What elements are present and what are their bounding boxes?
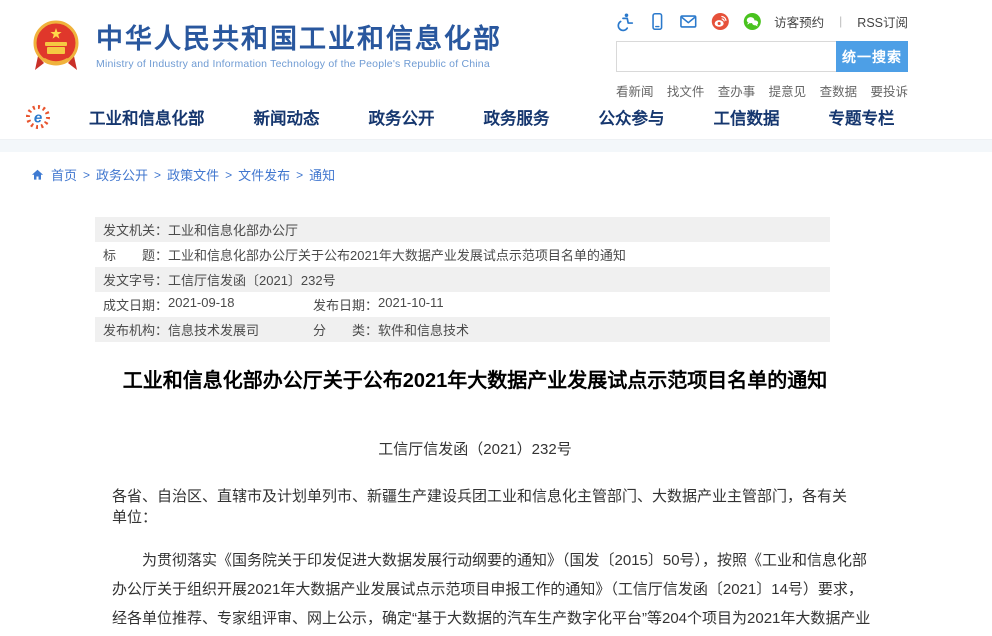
meta-label: 发布日期：	[313, 295, 378, 314]
site-subtitle: Ministry of Industry and Information Tec…	[96, 58, 502, 70]
gov-site-logo-icon: e	[25, 104, 51, 130]
nav-item-gov-affairs[interactable]: 政务公开	[369, 105, 435, 129]
header-right: 访客预约 | RSS订阅 统一搜索 看新闻 找文件 查办事 提意见 查数据 要投…	[616, 10, 908, 100]
meta-value: 信息技术发展司	[168, 320, 259, 339]
meta-label: 发布机构：	[103, 320, 168, 339]
meta-label: 发文字号：	[103, 270, 168, 289]
meta-label: 发文机关：	[103, 220, 168, 239]
site-title[interactable]: 中华人民共和国工业和信息化部	[96, 23, 502, 55]
meta-row-issuing-agency: 发文机关： 工业和信息化部办公厅	[95, 217, 830, 242]
nav-item-miit-data[interactable]: 工信数据	[714, 105, 780, 129]
meta-row-title: 标 题： 工业和信息化部办公厅关于公布2021年大数据产业发展试点示范项目名单的…	[95, 242, 830, 267]
meta-value: 工业和信息化部办公厅关于公布2021年大数据产业发展试点示范项目名单的通知	[168, 245, 626, 264]
quick-link-files[interactable]: 找文件	[667, 81, 705, 100]
meta-value: 工业和信息化部办公厅	[168, 220, 298, 239]
header-icons-row: 访客预约 | RSS订阅	[616, 10, 908, 32]
quick-link-news[interactable]: 看新闻	[616, 81, 654, 100]
document-body-paragraph: 为贯彻落实《国务院关于印发促进大数据发展行动纲要的通知》（国发〔2015〕50号…	[95, 546, 875, 636]
nav-item-gov-services[interactable]: 政务服务	[484, 105, 550, 129]
meta-label: 成文日期：	[103, 295, 168, 314]
breadcrumb-policy-files[interactable]: 政策文件	[167, 165, 219, 184]
nav-divider-band	[0, 139, 992, 152]
visitor-appointment-link[interactable]: 访客预约	[774, 12, 824, 31]
main-nav: e 工业和信息化部 新闻动态 政务公开 政务服务 公众参与 工信数据 专题专栏	[0, 95, 992, 139]
mobile-icon[interactable]	[648, 11, 667, 32]
search-bar: 统一搜索	[616, 41, 908, 72]
national-emblem-icon	[30, 18, 82, 74]
unified-search-button[interactable]: 统一搜索	[836, 41, 908, 72]
site-title-block: 中华人民共和国工业和信息化部 Ministry of Industry and …	[96, 23, 502, 70]
breadcrumb-notice[interactable]: 通知	[309, 165, 335, 184]
document-title: 工业和信息化部办公厅关于公布2021年大数据产业发展试点示范项目名单的通知	[95, 368, 855, 394]
meta-row-publisher-category: 发布机构： 信息技术发展司 分 类： 软件和信息技术	[95, 317, 830, 342]
quick-link-services[interactable]: 查办事	[718, 81, 756, 100]
meta-row-doc-number: 发文字号： 工信厅信发函〔2021〕232号	[95, 267, 830, 292]
svg-text:e: e	[34, 110, 42, 127]
meta-value: 2021-10-11	[378, 295, 444, 314]
home-icon[interactable]	[30, 168, 45, 182]
wechat-icon[interactable]	[743, 11, 762, 32]
meta-row-dates: 成文日期： 2021-09-18 发布日期： 2021-10-11	[95, 292, 830, 317]
doc-meta-table: 发文机关： 工业和信息化部办公厅 标 题： 工业和信息化部办公厅关于公布2021…	[95, 217, 830, 342]
nav-item-special-topics[interactable]: 专题专栏	[829, 105, 895, 129]
quick-link-complaint[interactable]: 要投诉	[870, 81, 908, 100]
quick-link-data[interactable]: 查数据	[820, 81, 858, 100]
nav-item-ministry[interactable]: 工业和信息化部	[89, 105, 205, 129]
breadcrumb-separator: >	[296, 168, 303, 182]
document-area: 发文机关： 工业和信息化部办公厅 标 题： 工业和信息化部办公厅关于公布2021…	[95, 217, 895, 636]
accessibility-icon[interactable]	[616, 11, 635, 32]
breadcrumb: 首页 > 政务公开 > 政策文件 > 文件发布 > 通知	[30, 165, 992, 184]
breadcrumb-home[interactable]: 首页	[51, 165, 77, 184]
document-salutation: 各省、自治区、直辖市及计划单列市、新疆生产建设兵团工业和信息化主管部门、大数据产…	[95, 485, 858, 527]
meta-value: 2021-09-18	[168, 295, 235, 314]
breadcrumb-separator: >	[225, 168, 232, 182]
meta-value: 软件和信息技术	[378, 320, 469, 339]
quick-links-row: 看新闻 找文件 查办事 提意见 查数据 要投诉	[616, 81, 908, 100]
meta-label: 分 类：	[313, 320, 378, 339]
site-logo[interactable]: 中华人民共和国工业和信息化部 Ministry of Industry and …	[30, 18, 502, 74]
top-links-divider: |	[839, 14, 842, 28]
breadcrumb-separator: >	[154, 168, 161, 182]
mail-icon[interactable]	[679, 11, 698, 32]
breadcrumb-file-release[interactable]: 文件发布	[238, 165, 290, 184]
site-header: 中华人民共和国工业和信息化部 Ministry of Industry and …	[0, 0, 992, 95]
breadcrumb-separator: >	[83, 168, 90, 182]
quick-link-suggest[interactable]: 提意见	[769, 81, 807, 100]
breadcrumb-gov-affairs[interactable]: 政务公开	[96, 165, 148, 184]
meta-value: 工信厅信发函〔2021〕232号	[168, 270, 336, 289]
rss-subscribe-link[interactable]: RSS订阅	[857, 12, 908, 31]
document-number: 工信厅信发函（2021）232号	[95, 438, 855, 459]
weibo-icon[interactable]	[711, 11, 730, 32]
nav-item-public-participation[interactable]: 公众参与	[599, 105, 665, 129]
meta-label: 标 题：	[103, 245, 168, 264]
nav-item-news[interactable]: 新闻动态	[254, 105, 320, 129]
search-input[interactable]	[616, 41, 836, 72]
